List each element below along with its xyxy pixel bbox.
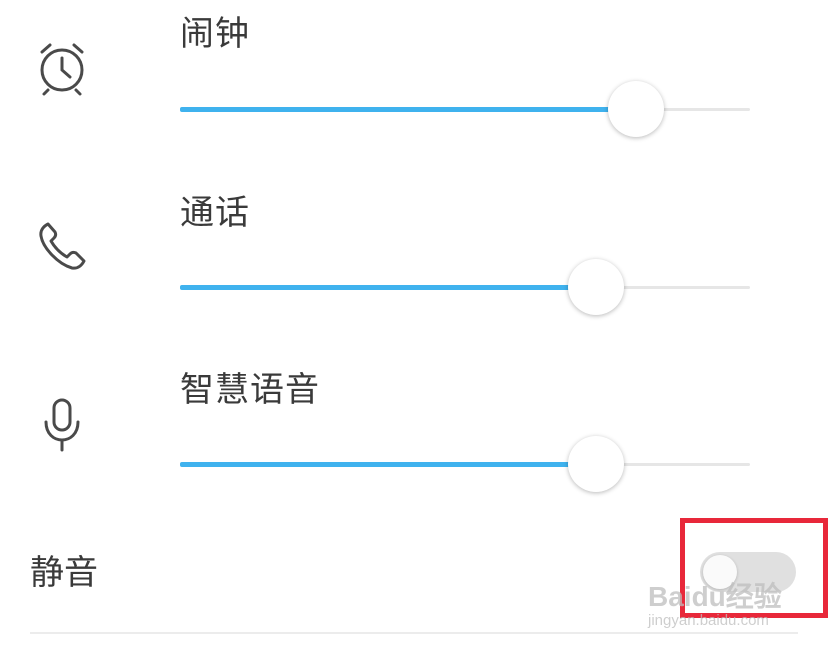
call-label: 通话 <box>180 193 250 233</box>
slider-thumb[interactable] <box>568 259 625 315</box>
slider-fill <box>180 285 597 290</box>
slider-thumb[interactable] <box>608 81 664 137</box>
mute-label: 静音 <box>30 553 98 593</box>
watermark-main-text: Baidu经验 <box>648 581 782 612</box>
alarm-label: 闹钟 <box>180 14 250 54</box>
slider-fill <box>180 107 636 112</box>
call-volume-slider[interactable] <box>180 258 750 318</box>
microphone-icon <box>44 398 80 452</box>
watermark-sub-text: jingyan.baidu.com <box>648 612 769 629</box>
divider <box>30 632 798 634</box>
phone-icon <box>39 222 86 270</box>
smart-voice-volume-slider[interactable] <box>180 435 750 495</box>
slider-fill <box>180 462 597 467</box>
smart-voice-label: 智慧语音 <box>180 370 320 410</box>
alarm-clock-icon <box>40 43 84 96</box>
slider-thumb[interactable] <box>568 436 625 492</box>
baidu-watermark: Baidu经验 jingyan.baidu.com <box>648 582 782 630</box>
alarm-volume-slider[interactable] <box>180 80 750 140</box>
